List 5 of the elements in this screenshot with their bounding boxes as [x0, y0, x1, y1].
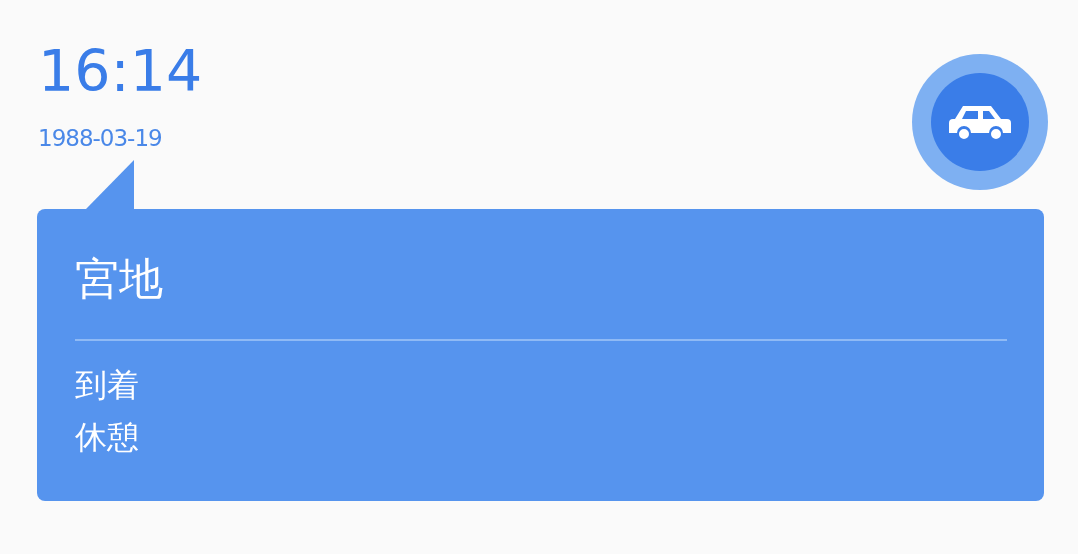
event-line: 到着: [75, 365, 139, 406]
place-title: 宮地: [75, 252, 163, 306]
time-text: 16:14: [38, 42, 203, 100]
event-line: 休憩: [75, 417, 139, 458]
date-text: 1988-03-19: [38, 124, 162, 152]
